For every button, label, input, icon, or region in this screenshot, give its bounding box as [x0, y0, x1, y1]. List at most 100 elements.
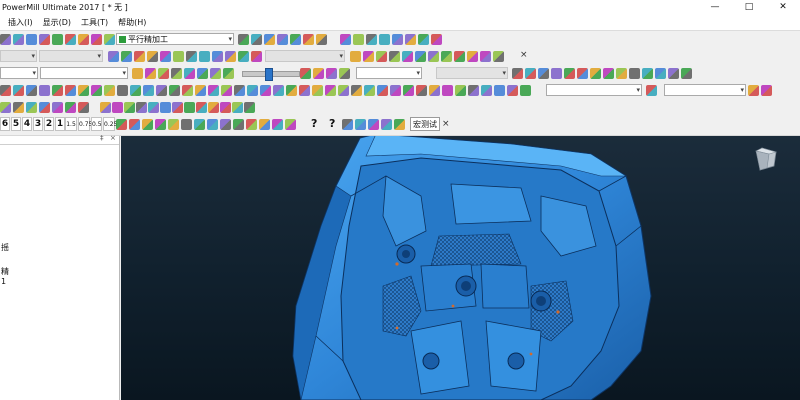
explorer-item[interactable]: 1 [1, 277, 6, 286]
toolbar-tool-icon[interactable] [160, 102, 171, 113]
row4-combo-1[interactable]: ▾ [546, 84, 642, 96]
toolbar-tool-icon[interactable] [129, 119, 140, 130]
view-number-button[interactable]: 3 [33, 117, 43, 131]
toolbar-tool-icon[interactable] [207, 119, 218, 130]
toolbar-tool-icon[interactable] [182, 85, 193, 96]
toolbar-tool-icon[interactable] [184, 102, 195, 113]
toolbar-tool-icon[interactable] [147, 51, 158, 62]
toolbar-tool-icon[interactable] [351, 85, 362, 96]
view-number-button[interactable]: 4 [22, 117, 32, 131]
toolbar-tool-icon[interactable] [494, 85, 505, 96]
toolbar-tool-icon[interactable] [13, 34, 24, 45]
toolbar-tool-icon[interactable] [326, 68, 337, 79]
toolbar-tool-icon[interactable] [342, 119, 353, 130]
toolbar-tool-icon[interactable] [402, 51, 413, 62]
toolbar-tool-icon[interactable] [65, 34, 76, 45]
toolbar-tool-icon[interactable] [156, 85, 167, 96]
mold-part-model[interactable] [121, 136, 800, 400]
toolbar-tool-icon[interactable] [468, 85, 479, 96]
toolbar-tool-icon[interactable] [208, 85, 219, 96]
toolbar-tool-icon[interactable] [121, 51, 132, 62]
toolbar-tool-icon[interactable] [247, 85, 258, 96]
view-number-button[interactable]: 1 [55, 117, 65, 131]
toolbar-tool-icon[interactable] [0, 102, 11, 113]
toolbar-tool-icon[interactable] [481, 85, 492, 96]
menu-insert[interactable]: 插入(I) [0, 17, 38, 28]
toolbar-tool-icon[interactable] [104, 85, 115, 96]
toolbar-tool-icon[interactable] [212, 51, 223, 62]
toolbar-tool-icon[interactable] [655, 68, 666, 79]
toolbar-tool-icon[interactable] [220, 102, 231, 113]
view-cube-icon[interactable] [754, 146, 780, 172]
toolbar-tool-icon[interactable] [172, 102, 183, 113]
toolbar-tool-icon[interactable] [551, 68, 562, 79]
toolbar-tool-icon[interactable] [251, 51, 262, 62]
toolbar-tool-icon[interactable] [244, 102, 255, 113]
toolbar-tool-icon[interactable] [169, 85, 180, 96]
toolbar-tool-icon[interactable] [520, 85, 531, 96]
toolbar-tool-icon[interactable] [225, 51, 236, 62]
toolbar-tool-icon[interactable] [415, 51, 426, 62]
toolbar-tool-icon[interactable] [316, 34, 327, 45]
toolbar-tool-icon[interactable] [26, 34, 37, 45]
scale-button[interactable]: 0.25 [103, 117, 117, 131]
close-icon[interactable]: × [110, 134, 116, 142]
toolbar-tool-icon[interactable] [158, 68, 169, 79]
toolbar-tool-icon[interactable] [480, 51, 491, 62]
toolbar-tool-icon[interactable] [13, 85, 24, 96]
toolbar-tool-icon[interactable] [208, 102, 219, 113]
toolbar-tool-icon[interactable] [277, 34, 288, 45]
toolbar-tool-icon[interactable] [493, 51, 504, 62]
toolbar-tool-icon[interactable] [130, 85, 141, 96]
toolbar-tool-icon[interactable] [353, 34, 364, 45]
toolbar-tool-icon[interactable] [52, 85, 63, 96]
toolbar-tool-icon[interactable] [251, 34, 262, 45]
toolbar-tool-icon[interactable] [290, 34, 301, 45]
row2-combo-2[interactable]: ▾ [39, 50, 103, 62]
toolbar-tool-icon[interactable] [454, 51, 465, 62]
toolbar-tool-icon[interactable] [116, 119, 127, 130]
toolbar-tool-icon[interactable] [13, 102, 24, 113]
help-icon[interactable]: ? [329, 117, 335, 130]
menu-tools[interactable]: 工具(T) [76, 17, 113, 28]
toolbar-tool-icon[interactable] [181, 119, 192, 130]
toolbar-tool-icon[interactable] [143, 85, 154, 96]
toolbar-tool-icon[interactable] [171, 68, 182, 79]
toolbar-tool-icon[interactable] [100, 102, 111, 113]
toolbar-tool-icon[interactable] [197, 68, 208, 79]
toolbar-tool-icon[interactable] [389, 51, 400, 62]
explorer-item[interactable]: 精 [1, 266, 9, 277]
toolbar-tool-icon[interactable] [272, 119, 283, 130]
toolbar-tool-icon[interactable] [136, 102, 147, 113]
toolbar-tool-icon[interactable] [108, 51, 119, 62]
toolbar-close-icon[interactable]: × [520, 50, 528, 60]
toolbar-tool-icon[interactable] [748, 85, 759, 96]
toolbar-tool-icon[interactable] [264, 34, 275, 45]
toolbar-tool-icon[interactable] [390, 85, 401, 96]
toolbar-tool-icon[interactable] [381, 119, 392, 130]
toolbar-tool-icon[interactable] [577, 68, 588, 79]
minimize-icon[interactable]: — [698, 0, 732, 15]
toolbar-tool-icon[interactable] [232, 102, 243, 113]
toolbar-tool-icon[interactable] [428, 51, 439, 62]
toolbar-tool-icon[interactable] [132, 68, 143, 79]
toolbar-tool-icon[interactable] [616, 68, 627, 79]
toolbar-tool-icon[interactable] [467, 51, 478, 62]
toolbar-tool-icon[interactable] [196, 102, 207, 113]
scale-button[interactable]: 1.5 [65, 117, 77, 131]
toolbar-tool-icon[interactable] [148, 102, 159, 113]
toolbar-tool-icon[interactable] [338, 85, 349, 96]
toolbar-tool-icon[interactable] [405, 34, 416, 45]
toolbar-tool-icon[interactable] [285, 119, 296, 130]
toolbar-tool-icon[interactable] [273, 85, 284, 96]
scale-button[interactable]: 0.75 [78, 117, 92, 131]
toolbar-tool-icon[interactable] [379, 34, 390, 45]
toolbar-tool-icon[interactable] [525, 68, 536, 79]
view-number-button[interactable]: 5 [11, 117, 21, 131]
toolbar-tool-icon[interactable] [299, 85, 310, 96]
toolbar-tool-icon[interactable] [238, 34, 249, 45]
toolbar-tool-icon[interactable] [117, 85, 128, 96]
toolbar-tool-icon[interactable] [441, 51, 452, 62]
toolbar-tool-icon[interactable] [186, 51, 197, 62]
toolbar-tool-icon[interactable] [260, 85, 271, 96]
